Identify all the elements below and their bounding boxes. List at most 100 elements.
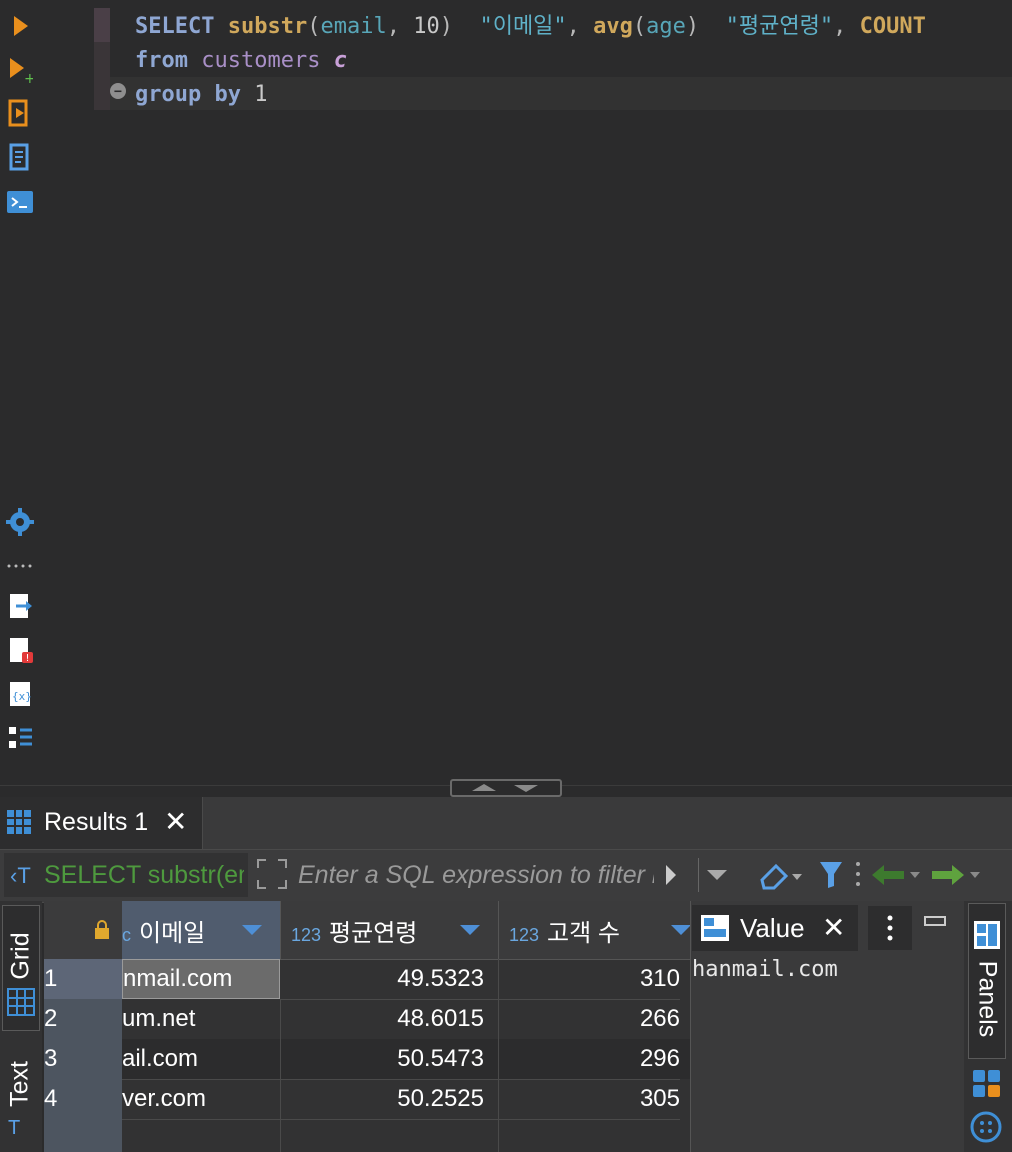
cell-avg-age[interactable]: 48.6015 [281, 999, 499, 1040]
more-options-circle-icon[interactable] [970, 1111, 1002, 1148]
terminal-icon[interactable] [4, 186, 36, 218]
cell-email[interactable]: um.net [122, 999, 281, 1040]
minimize-icon[interactable] [924, 916, 946, 935]
string-alias: "이메일" [479, 14, 567, 39]
function: substr [227, 14, 308, 39]
back-arrow-icon[interactable] [870, 858, 924, 897]
svg-text:!: ! [26, 653, 30, 664]
close-icon[interactable]: ✕ [822, 911, 845, 944]
cell-customer-count[interactable]: 310 [499, 959, 680, 1000]
cell-email[interactable]: ver.com [122, 1079, 281, 1120]
panels-icon [973, 920, 1001, 955]
execute-script-icon[interactable] [4, 98, 36, 130]
variables-icon[interactable]: {x} [4, 678, 36, 710]
table-name: customers [201, 48, 321, 73]
column-header-customer-count[interactable]: 123 고객 수 [499, 901, 690, 960]
value-content[interactable]: hanmail.com [692, 957, 838, 982]
column-header-label: 고객 수 [547, 920, 620, 947]
explain-plan-icon[interactable] [4, 142, 36, 174]
punct: ) [685, 14, 700, 39]
cell-customer-count[interactable]: 305 [499, 1079, 680, 1120]
column-type-icon: 123 [509, 925, 540, 945]
punct: ( [632, 14, 647, 39]
code-line-3[interactable]: group by 1 [135, 78, 267, 112]
row-number-empty [44, 1119, 122, 1152]
query-text-button[interactable]: ‹T SELECT substr(email [4, 853, 248, 897]
cell-avg-age[interactable]: 50.2525 [281, 1079, 499, 1120]
tab-results-1[interactable]: Results 1 ✕ [0, 797, 203, 849]
settings-gear-icon[interactable] [4, 506, 36, 538]
filter-history-dropdown[interactable] [698, 858, 737, 892]
column-header-email[interactable]: c 이메일 [122, 901, 281, 960]
filter-funnel-icon[interactable] [816, 858, 864, 897]
table-row[interactable]: 3 ail.com 50.5473 296 [44, 1039, 690, 1080]
export-file-icon[interactable] [4, 590, 36, 622]
number: 1 [254, 82, 268, 107]
close-icon[interactable]: ✕ [164, 805, 187, 838]
value-viewer-icon [700, 914, 730, 947]
sql-editor[interactable] [94, 0, 1012, 785]
forward-arrow-icon[interactable] [930, 858, 984, 897]
problems-file-icon[interactable]: ! [4, 634, 36, 666]
sort-arrow-icon[interactable] [242, 925, 262, 935]
text-icon: T [8, 1117, 21, 1139]
function: COUNT [859, 14, 926, 39]
row-number-header [44, 901, 123, 960]
column-type-icon: c [122, 925, 131, 945]
sort-arrow-icon[interactable] [460, 925, 480, 935]
fold-collapse-icon[interactable]: − [110, 83, 126, 99]
tab-text[interactable]: Text T [2, 1047, 38, 1151]
row-number: 2 [44, 999, 122, 1040]
column-header-label: 평균연령 [329, 920, 418, 947]
cell-email[interactable]: nmail.com [122, 959, 280, 999]
punct: ( [307, 14, 321, 39]
calculator-icon[interactable] [972, 1069, 1002, 1104]
identifier: email [320, 14, 387, 39]
value-tab-label: Value [740, 913, 805, 943]
results-tab-label: Results 1 [44, 808, 149, 836]
column-type-icon: 123 [291, 925, 322, 945]
cell-avg-age[interactable]: 50.5473 [281, 1039, 499, 1080]
results-grid[interactable]: c 이메일 123 평균연령 123 고객 수 1 nmail.com 49.5323… [44, 901, 690, 1152]
empty-cell [122, 1119, 281, 1152]
number: 10 [413, 14, 440, 39]
filter-input[interactable]: Enter a SQL expression to filter results [292, 853, 700, 897]
cell-customer-count[interactable]: 296 [499, 1039, 680, 1080]
punct: , [833, 14, 860, 39]
svg-text:{x}: {x} [12, 690, 32, 703]
keyword: from [135, 48, 188, 73]
table-row[interactable]: 4 ver.com 50.2525 305 [44, 1079, 690, 1120]
result-view-switcher: Grid Text T [0, 901, 42, 1152]
more-dots-icon[interactable] [4, 550, 36, 582]
empty-cell [281, 1119, 499, 1152]
code-line-2[interactable]: from customers c [135, 44, 347, 78]
expand-icon[interactable] [256, 858, 288, 895]
execute-in-new-tab-icon[interactable]: + [4, 54, 36, 86]
empty-grid-area [44, 1119, 690, 1152]
tab-panels[interactable]: Panels [968, 903, 1006, 1059]
table-row[interactable]: 2 um.net 48.6015 266 [44, 999, 690, 1040]
keyword: SELECT [135, 14, 215, 39]
sort-arrow-icon[interactable] [671, 925, 690, 935]
cell-email[interactable]: ail.com [122, 1039, 281, 1080]
column-header-avg-age[interactable]: 123 평균연령 [281, 901, 499, 960]
tab-grid-label: Grid [6, 931, 35, 980]
table-alias: c [333, 48, 347, 73]
execute-statement-icon[interactable] [4, 10, 36, 42]
punct: ) [439, 14, 453, 39]
tab-value[interactable]: Value ✕ [692, 905, 858, 951]
apply-filter-icon[interactable] [664, 863, 678, 892]
cell-avg-age[interactable]: 49.5323 [281, 959, 499, 1000]
punct: , [386, 14, 414, 39]
table-row[interactable]: 1 nmail.com 49.5323 310 [44, 959, 690, 1000]
column-header-label: 이메일 [139, 920, 206, 947]
cell-customer-count[interactable]: 266 [499, 999, 680, 1040]
eraser-icon[interactable] [756, 858, 806, 897]
splitter-toggle-handle[interactable] [450, 779, 562, 797]
keyword: by [214, 82, 241, 107]
tab-grid[interactable]: Grid [2, 905, 40, 1031]
sql-text-icon: ‹T [10, 863, 31, 888]
panel-menu-button[interactable] [868, 906, 912, 950]
code-line-1[interactable]: SELECT substr(email, 10) "이메일", avg(age)… [135, 10, 926, 44]
outline-icon[interactable] [4, 722, 36, 754]
